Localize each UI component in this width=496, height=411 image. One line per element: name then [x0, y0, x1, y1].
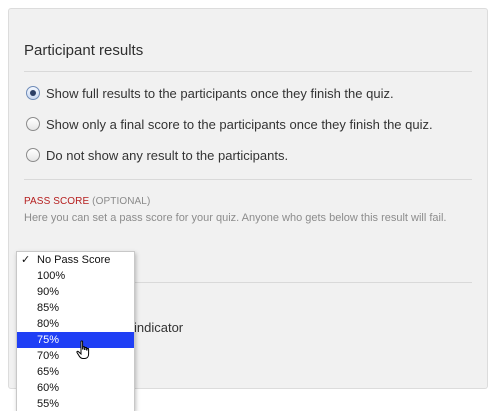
radio-option-full-results[interactable]: Show full results to the participants on… [26, 84, 394, 102]
dropdown-option[interactable]: ✓ No Pass Score [17, 252, 134, 268]
divider [24, 179, 472, 180]
radio-option-no-result[interactable]: Do not show any result to the participan… [26, 146, 288, 164]
indicator-label: indicator [134, 320, 184, 335]
option-label: No Pass Score [37, 254, 111, 266]
hand-pointer-icon [76, 340, 90, 359]
dropdown-option[interactable]: 90% [17, 284, 134, 300]
radio-button[interactable] [26, 117, 40, 131]
radio-option-final-score[interactable]: Show only a final score to the participa… [26, 115, 433, 133]
dropdown-option[interactable]: 65% [17, 364, 134, 380]
dropdown-option[interactable]: 100% [17, 268, 134, 284]
pass-score-heading: PASS SCORE (OPTIONAL) [24, 196, 150, 207]
dropdown-option[interactable]: 55% [17, 396, 134, 411]
option-label: 75% [37, 334, 60, 346]
option-label: 85% [37, 302, 60, 314]
radio-button[interactable] [26, 148, 40, 162]
option-label: 70% [37, 350, 60, 362]
option-label: 60% [37, 382, 60, 394]
section-title: Participant results [24, 42, 144, 59]
dropdown-option[interactable]: 80% [17, 316, 134, 332]
option-label: 80% [37, 318, 60, 330]
pass-score-dropdown-menu[interactable]: ✓ No Pass Score 100% 90% 85% 80% 75% 70%… [16, 251, 135, 411]
dropdown-option[interactable]: 85% [17, 300, 134, 316]
optional-tag: (OPTIONAL) [92, 196, 151, 207]
radio-label: Show full results to the participants on… [46, 85, 394, 101]
option-label: 65% [37, 366, 60, 378]
divider [24, 71, 472, 72]
checkmark-icon: ✓ [21, 254, 31, 266]
radio-button-checked[interactable] [26, 86, 40, 100]
radio-label: Do not show any result to the participan… [46, 147, 289, 163]
pass-score-help-text: Here you can set a pass score for your q… [24, 212, 447, 224]
radio-label: Show only a final score to the participa… [46, 116, 433, 132]
pass-score-label: PASS SCORE [24, 196, 90, 207]
dropdown-option[interactable]: 60% [17, 380, 134, 396]
option-label: 100% [37, 270, 66, 282]
option-label: 90% [37, 286, 60, 298]
option-label: 55% [37, 398, 60, 410]
